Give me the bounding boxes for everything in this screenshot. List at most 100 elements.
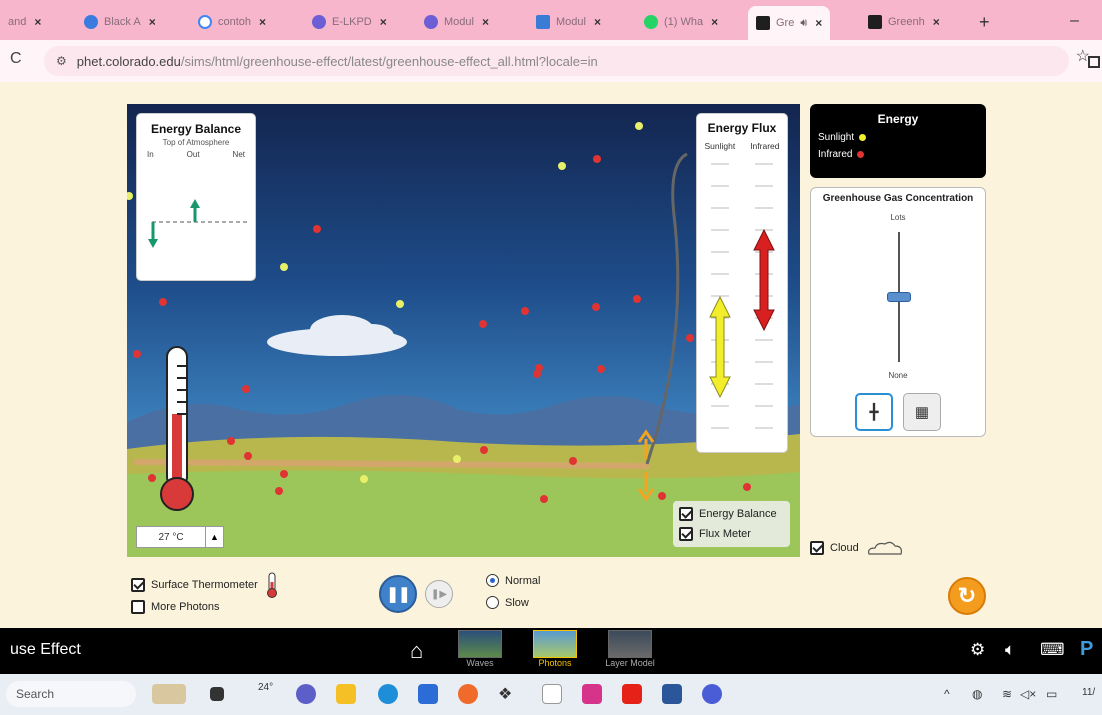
url-field[interactable]: ⚙︎ phet.colorado.edu /sims/html/greenhou… xyxy=(44,46,1069,76)
close-icon[interactable]: × xyxy=(259,15,266,29)
store-icon[interactable] xyxy=(418,684,438,704)
infrared-photon xyxy=(633,295,641,303)
pause-button[interactable]: ❚❚ xyxy=(379,575,417,613)
clock[interactable]: 11/ xyxy=(1082,687,1095,698)
browser-tab[interactable]: and × xyxy=(8,8,41,36)
tray-app-icon[interactable]: ◍ xyxy=(972,687,982,701)
flux-meter-checkbox-row[interactable]: Flux Meter xyxy=(679,527,751,541)
browser-tab[interactable]: (1) Wha × xyxy=(644,8,718,36)
col-sunlight-label: Sunlight xyxy=(704,141,736,151)
more-photons-checkbox-row[interactable]: More Photons xyxy=(131,600,219,614)
minimize-button[interactable]: – xyxy=(1070,12,1079,30)
layer-model-thumbnail xyxy=(608,630,652,658)
screen-label: Photons xyxy=(538,658,572,668)
infrared-photon xyxy=(593,155,601,163)
speaker-icon[interactable]: 🔊︎ xyxy=(800,17,807,30)
legend-infrared: Infrared xyxy=(818,149,986,160)
chat-icon[interactable] xyxy=(296,684,316,704)
new-tab-button[interactable]: + xyxy=(979,12,990,33)
weather-widget[interactable]: 24° xyxy=(258,682,273,693)
settings-gear-icon[interactable]: ⚙︎ xyxy=(970,640,985,660)
screen-tab-layer-model[interactable]: Layer Model xyxy=(600,630,660,668)
browser-tab[interactable]: E-LKPD × xyxy=(312,8,387,36)
date-mode-button[interactable]: ▦ xyxy=(903,393,941,431)
volume-icon[interactable]: ◁× xyxy=(1020,687,1036,701)
reset-all-button[interactable]: ↻ xyxy=(948,577,986,615)
home-icon[interactable]: ⌂ xyxy=(410,638,423,664)
infrared-photon xyxy=(597,365,605,373)
close-icon[interactable]: × xyxy=(482,15,489,29)
close-icon[interactable]: × xyxy=(815,16,822,30)
phet-navbar: use Effect ⌂ Waves Photons Layer Model ⚙… xyxy=(0,628,1102,674)
temperature-readout[interactable]: 27 °C ▲ xyxy=(136,526,224,548)
word-icon[interactable] xyxy=(662,684,682,704)
speed-slow-radio-dot[interactable] xyxy=(486,596,499,609)
sound-icon[interactable]: 🔈︎ xyxy=(1005,640,1015,660)
infrared-photon xyxy=(686,334,694,342)
ghg-slider-thumb[interactable] xyxy=(887,292,911,302)
task-view-icon[interactable] xyxy=(210,687,224,701)
sunlight-flux-arrow xyxy=(709,295,731,399)
site-settings-icon[interactable]: ⚙︎ xyxy=(56,54,67,68)
edge-icon[interactable] xyxy=(378,684,398,704)
greenhouse-gas-panel: Greenhouse Gas Concentration Lots None ╋… xyxy=(810,187,986,437)
address-bar-row: C ⚙︎ phet.colorado.edu /sims/html/greenh… xyxy=(0,40,1102,82)
close-icon[interactable]: × xyxy=(34,15,41,29)
sunlight-photon xyxy=(280,263,288,271)
close-icon[interactable]: × xyxy=(380,15,387,29)
youtube-icon[interactable] xyxy=(622,684,642,704)
browser-tab-active[interactable]: Gre 🔊︎ × xyxy=(748,6,831,40)
speed-normal-radio[interactable]: Normal xyxy=(486,574,540,587)
keyboard-icon[interactable]: ⌨︎ xyxy=(1040,640,1065,660)
tab-title: Greenh xyxy=(888,16,925,28)
energy-balance-checkbox[interactable] xyxy=(679,507,693,521)
browser-tab[interactable]: Modul × xyxy=(424,8,489,36)
sunlight-photon xyxy=(558,162,566,170)
site-icon xyxy=(84,15,98,29)
screen-tab-photons[interactable]: Photons xyxy=(532,630,578,668)
phet-icon xyxy=(868,15,882,29)
legend-infrared-label: Infrared xyxy=(818,149,853,160)
browser-tab[interactable]: Modul × xyxy=(536,8,601,36)
amazon-icon[interactable] xyxy=(542,684,562,704)
taskbar-widget-image[interactable] xyxy=(152,684,186,704)
step-forward-button[interactable]: ❚▶ xyxy=(425,580,453,608)
close-icon[interactable]: × xyxy=(149,15,156,29)
tab-title: Black A xyxy=(104,16,141,28)
screen-tab-waves[interactable]: Waves xyxy=(457,630,503,668)
close-icon[interactable]: × xyxy=(711,15,718,29)
browser-tab-bar: and × Black A × contoh × E-LKPD × Modul … xyxy=(0,0,1102,40)
reload-icon[interactable]: C xyxy=(10,50,22,68)
temperature-unit-toggle[interactable]: ▲ xyxy=(205,527,223,547)
energy-balance-checkbox-row[interactable]: Energy Balance xyxy=(679,507,777,521)
slider-mode-button[interactable]: ╋ xyxy=(855,393,893,431)
browser-tab[interactable]: contoh × xyxy=(198,8,266,36)
speed-slow-radio[interactable]: Slow xyxy=(486,596,529,609)
wifi-icon[interactable]: ≋ xyxy=(1002,687,1012,701)
close-icon[interactable]: × xyxy=(933,15,940,29)
taskbar-search[interactable]: Search xyxy=(6,681,136,707)
browser-tab[interactable]: Greenh × xyxy=(868,8,940,36)
cloud-checkbox[interactable] xyxy=(810,541,824,555)
surface-thermometer-checkbox-row[interactable]: Surface Thermometer xyxy=(131,572,278,598)
phet-logo-icon[interactable]: P xyxy=(1080,638,1093,661)
energy-flux-panel: Energy Flux Sunlight Infrared xyxy=(696,113,788,453)
infrared-photon xyxy=(244,452,252,460)
instagram-icon[interactable] xyxy=(582,684,602,704)
close-icon[interactable]: × xyxy=(594,15,601,29)
dropbox-icon[interactable]: ❖ xyxy=(498,684,518,704)
side-panel-icon[interactable] xyxy=(1088,56,1100,68)
cloud-checkbox-row[interactable]: Cloud xyxy=(810,540,905,556)
speed-normal-radio-dot[interactable] xyxy=(486,574,499,587)
file-explorer-icon[interactable] xyxy=(336,684,356,704)
phet-icon xyxy=(756,16,770,30)
browser-tab[interactable]: Black A × xyxy=(84,8,156,36)
tray-chevron-icon[interactable]: ^ xyxy=(944,687,950,701)
firefox-icon[interactable] xyxy=(458,684,478,704)
flux-meter-checkbox[interactable] xyxy=(679,527,693,541)
surface-thermometer-label: Surface Thermometer xyxy=(151,579,258,591)
surface-thermometer-checkbox[interactable] xyxy=(131,578,145,592)
battery-icon[interactable]: ▭ xyxy=(1046,687,1057,701)
more-photons-checkbox[interactable] xyxy=(131,600,145,614)
chrome-icon[interactable] xyxy=(702,684,722,704)
